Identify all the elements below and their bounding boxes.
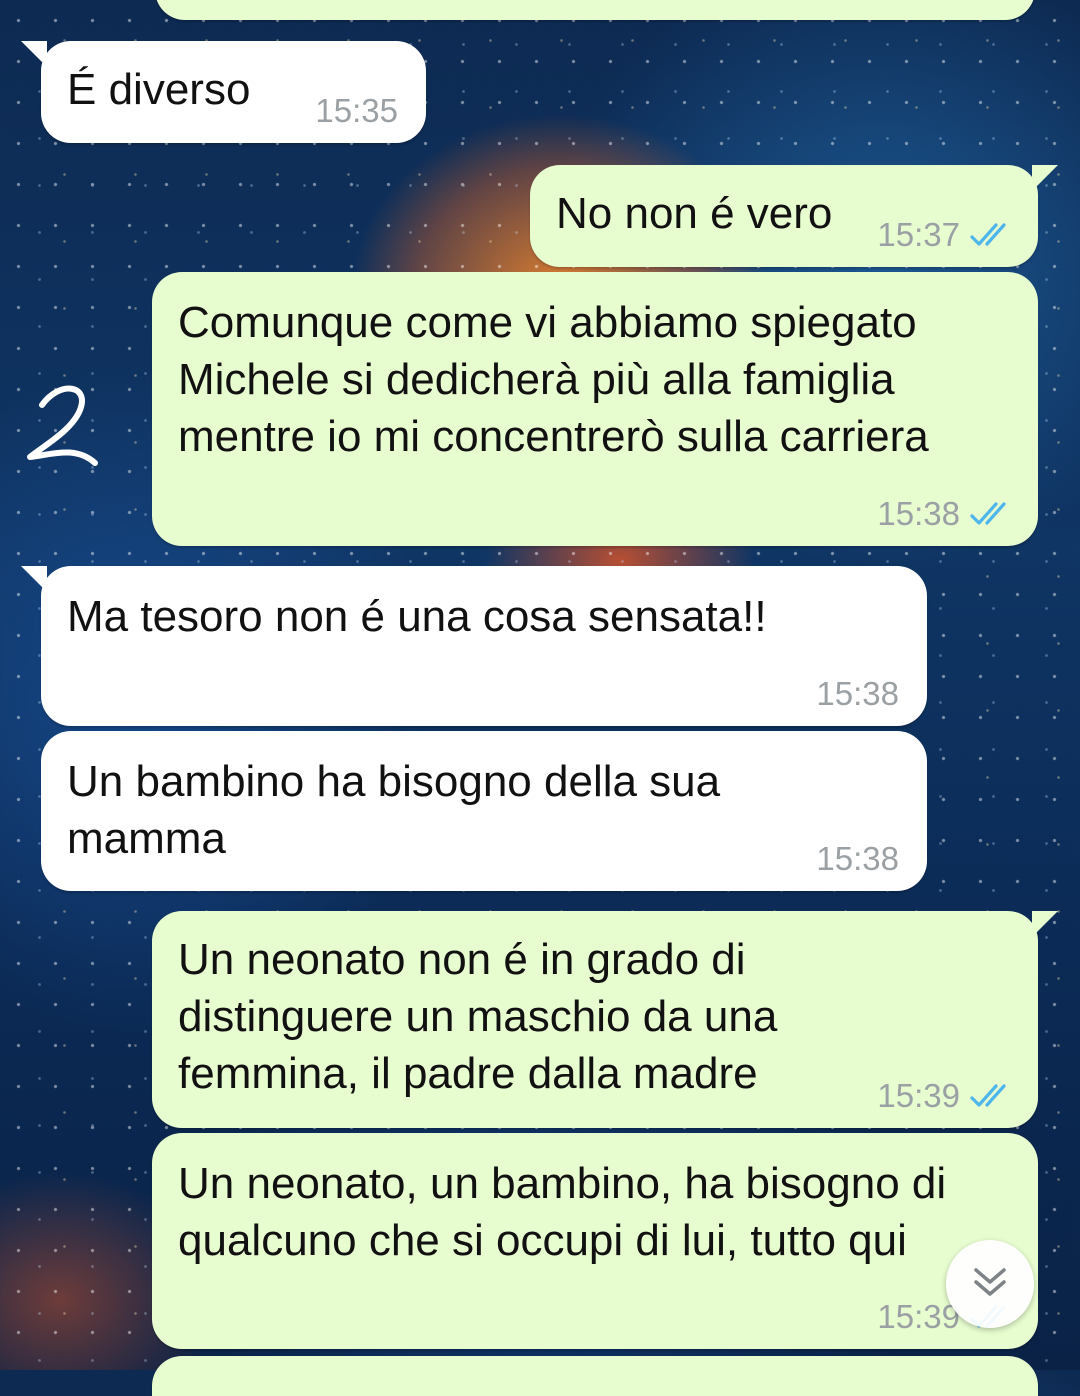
message-bubble-outgoing-partial[interactable] — [155, 0, 1035, 20]
message-meta: 15:37 — [877, 217, 1014, 253]
scroll-to-bottom-button[interactable] — [946, 1240, 1034, 1328]
message-time: 15:39 — [877, 1077, 960, 1114]
message-bubble-incoming[interactable]: Un bambino ha bisogno della sua mamma 15… — [41, 731, 927, 891]
double-check-icon — [970, 501, 1014, 527]
message-meta: 15:38 — [816, 676, 899, 712]
message-text: Un neonato non é in grado di distinguere… — [178, 935, 778, 1098]
message-time: 15:35 — [315, 92, 398, 129]
message-bubble-incoming[interactable]: Ma tesoro non é una cosa sensata!! 15:38 — [21, 566, 927, 726]
bubble-tail — [21, 41, 47, 67]
message-time: 15:38 — [816, 675, 899, 712]
message-bubble-outgoing[interactable]: Un neonato, un bambino, ha bisogno di qu… — [152, 1133, 1038, 1349]
message-bubble-outgoing[interactable]: Un neonato non é in grado di distinguere… — [152, 911, 1058, 1128]
bubble-tail — [1032, 911, 1058, 937]
double-chevron-down-icon — [970, 1264, 1010, 1305]
message-meta: 15:38 — [877, 496, 1014, 532]
message-text: Un bambino ha bisogno della sua mamma — [67, 757, 721, 863]
message-bubble-outgoing[interactable]: Comunque come vi abbiamo spiegato Michel… — [152, 272, 1038, 546]
message-meta: 15:38 — [816, 841, 899, 877]
message-bubble-outgoing-partial[interactable] — [152, 1356, 1038, 1396]
message-text: Ma tesoro non é una cosa sensata!! — [67, 592, 767, 641]
message-time: 15:37 — [877, 216, 960, 253]
message-time: 15:38 — [877, 495, 960, 532]
message-meta: 15:39 — [877, 1078, 1014, 1114]
bubble-tail — [21, 566, 47, 592]
message-bubble-incoming[interactable]: É diverso 15:35 — [21, 41, 426, 143]
bubble-tail — [1032, 165, 1058, 191]
double-check-icon — [970, 1083, 1014, 1109]
message-text: Comunque come vi abbiamo spiegato Michel… — [178, 298, 929, 461]
message-meta: 15:35 — [315, 93, 398, 129]
message-text: No non é vero — [556, 189, 833, 238]
message-text: Un neonato, un bambino, ha bisogno di qu… — [178, 1159, 947, 1265]
handwritten-scribble — [27, 385, 98, 466]
message-bubble-outgoing[interactable]: No non é vero 15:37 — [530, 165, 1058, 267]
message-text: É diverso — [67, 65, 251, 114]
message-time: 15:39 — [877, 1298, 960, 1335]
double-check-icon — [970, 222, 1014, 248]
message-time: 15:38 — [816, 840, 899, 877]
